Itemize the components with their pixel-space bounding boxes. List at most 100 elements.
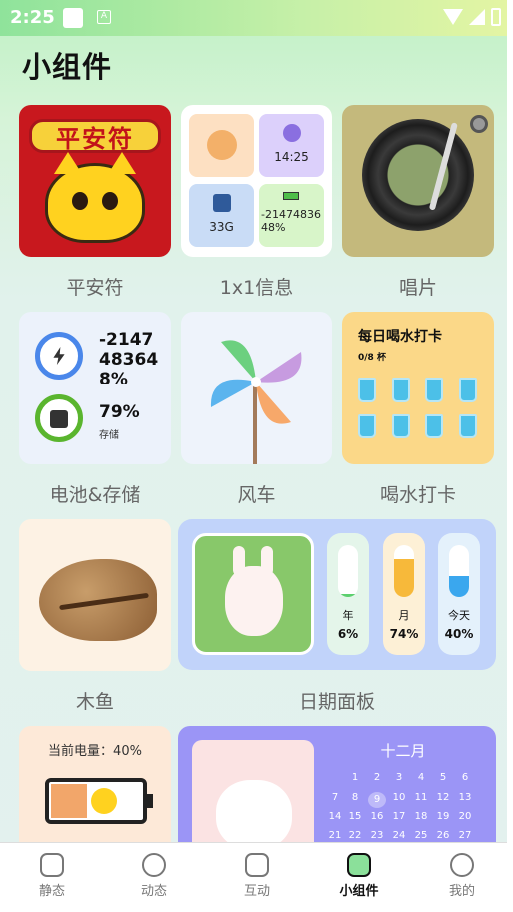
battery-value-b: 48364 bbox=[99, 350, 159, 370]
save-icon bbox=[212, 194, 231, 212]
cup-icon bbox=[358, 378, 376, 402]
calendar-day[interactable]: 11 bbox=[412, 792, 430, 803]
water-unit: 杯 bbox=[376, 353, 386, 363]
battery-value-2: 48% bbox=[261, 221, 286, 234]
calendar-day[interactable]: 2 bbox=[368, 772, 386, 783]
calendar-day[interactable]: 16 bbox=[368, 811, 386, 822]
calendar-day[interactable]: 20 bbox=[456, 811, 474, 822]
storage-caption: 存储 bbox=[99, 430, 119, 441]
cup-icon bbox=[459, 378, 477, 402]
water-label: 喝水打卡 bbox=[379, 484, 456, 506]
nav-static[interactable]: 静态 bbox=[17, 853, 87, 899]
calendar-day[interactable]: 9 bbox=[368, 792, 386, 808]
clock-tile: 14:25 bbox=[259, 114, 324, 177]
muyu-widget[interactable] bbox=[19, 519, 171, 671]
power-widget[interactable]: 当前电量：40% bbox=[19, 726, 171, 856]
date-panel-widget[interactable]: 年 6% 月 74% 今天 40% bbox=[178, 519, 496, 670]
calendar-day[interactable]: 24 bbox=[390, 830, 408, 841]
nav-mine[interactable]: 我的 bbox=[427, 853, 497, 899]
battery-value-1: -21474836 bbox=[261, 208, 321, 221]
battery-ring bbox=[35, 332, 83, 380]
year-progress: 年 6% bbox=[327, 533, 369, 655]
notification-icon bbox=[63, 8, 83, 28]
cup-icon bbox=[358, 414, 376, 438]
calendar-day[interactable]: 14 bbox=[326, 811, 344, 822]
status-time: 2:25 bbox=[10, 7, 55, 28]
calendar-day[interactable]: 23 bbox=[368, 830, 386, 841]
power-text: 当前电量：40% bbox=[48, 744, 142, 759]
cat-illustration bbox=[45, 152, 145, 243]
calendar-day[interactable]: 4 bbox=[412, 772, 430, 783]
progress-value: 40% bbox=[444, 627, 474, 641]
battery-value-c: 8% bbox=[99, 370, 128, 384]
calendar-day[interactable]: 5 bbox=[434, 772, 452, 783]
tonearm-knob bbox=[470, 115, 488, 133]
water-widget[interactable]: 每日喝水打卡 0/8 杯 bbox=[342, 312, 494, 464]
calendar-widget[interactable]: 十二月 1 2 3 4 5 6 7 8 9 10 11 12 13 14 15 16 17 18 19 20 21 22 2… bbox=[178, 726, 496, 856]
calendar-day[interactable]: 22 bbox=[346, 830, 364, 841]
vinyl-disc bbox=[362, 119, 474, 231]
bunny-illustration bbox=[192, 533, 314, 655]
progress-name: 年 bbox=[342, 609, 354, 622]
a-icon: A bbox=[97, 10, 111, 24]
smile-icon bbox=[142, 853, 166, 877]
calendar-day[interactable]: 6 bbox=[456, 772, 474, 783]
nav-widgets[interactable]: 小组件 bbox=[324, 853, 394, 899]
storage-percent: 79% bbox=[99, 402, 140, 422]
dog-icon bbox=[206, 130, 237, 160]
calendar-month: 十二月 bbox=[380, 742, 426, 760]
progress-name: 今天 bbox=[448, 609, 470, 622]
calendar-day[interactable]: 18 bbox=[412, 811, 430, 822]
info-widget[interactable]: 14:25 33G -21474836 48% bbox=[181, 105, 332, 257]
calendar-day[interactable]: 25 bbox=[412, 830, 430, 841]
storage-tile: 33G bbox=[189, 184, 254, 247]
windmill-label: 风车 bbox=[237, 484, 276, 506]
face-icon bbox=[450, 853, 474, 877]
calendar-day[interactable]: 21 bbox=[326, 830, 344, 841]
battery-graphic bbox=[45, 778, 153, 824]
windmill-widget[interactable] bbox=[181, 312, 332, 464]
calendar-day[interactable]: 12 bbox=[434, 792, 452, 803]
cup-icon bbox=[392, 414, 410, 438]
bolt-icon bbox=[245, 853, 269, 877]
calendar-day[interactable]: 15 bbox=[346, 811, 364, 822]
progress-value: 74% bbox=[389, 627, 419, 641]
page-title: 小组件 bbox=[22, 50, 113, 84]
nav-dynamic[interactable]: 动态 bbox=[119, 853, 189, 899]
lightning-icon bbox=[53, 347, 65, 365]
calendar-day[interactable]: 13 bbox=[456, 792, 474, 803]
water-progress: 0/8 bbox=[358, 353, 374, 363]
calendar-day[interactable]: 8 bbox=[346, 792, 364, 803]
calendar-day[interactable]: 26 bbox=[434, 830, 452, 841]
calendar-day[interactable]: 17 bbox=[390, 811, 408, 822]
calendar-day[interactable]: 3 bbox=[390, 772, 408, 783]
calendar-day[interactable]: 7 bbox=[326, 792, 344, 803]
battery-storage-widget[interactable]: -2147 48364 8% 79% 存储 bbox=[19, 312, 171, 464]
month-progress: 月 74% bbox=[383, 533, 425, 655]
dog-tile bbox=[189, 114, 254, 177]
cup-icon bbox=[459, 414, 477, 438]
calendar-day[interactable]: 1 bbox=[346, 772, 364, 783]
status-bar: 2:25 A bbox=[0, 0, 513, 36]
battery-small-icon bbox=[283, 192, 299, 200]
bottom-nav: 静态 动态 互动 小组件 我的 bbox=[0, 842, 513, 912]
storage-ring bbox=[35, 394, 83, 442]
pinganfu-widget[interactable]: 平安符 bbox=[19, 105, 171, 257]
wifi-icon bbox=[443, 9, 463, 25]
record-widget[interactable] bbox=[342, 105, 494, 257]
calendar-day[interactable]: 19 bbox=[434, 811, 452, 822]
storage-icon bbox=[50, 410, 68, 428]
nav-interactive[interactable]: 互动 bbox=[222, 853, 292, 899]
progress-value: 6% bbox=[337, 627, 359, 641]
calendar-day[interactable]: 27 bbox=[456, 830, 474, 841]
pinganfu-banner: 平安符 bbox=[29, 119, 161, 153]
windmill-icon bbox=[210, 340, 302, 464]
calendar-day[interactable]: 10 bbox=[390, 792, 408, 803]
muyu-label: 木鱼 bbox=[75, 691, 114, 713]
cup-icon bbox=[392, 378, 410, 402]
storage-value: 33G bbox=[209, 220, 234, 234]
pinganfu-label: 平安符 bbox=[66, 277, 124, 299]
image-icon bbox=[40, 853, 64, 877]
record-label: 唱片 bbox=[398, 277, 437, 299]
dog-illustration bbox=[192, 740, 314, 856]
